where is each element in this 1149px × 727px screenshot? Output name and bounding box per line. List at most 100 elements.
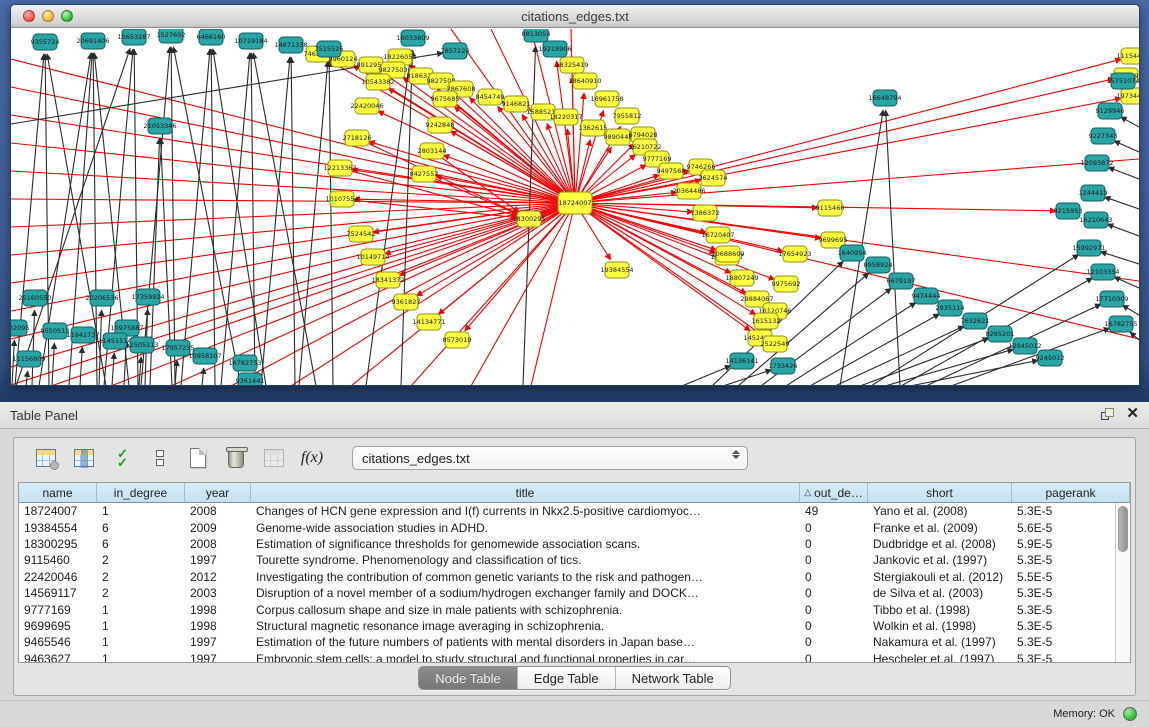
table-row[interactable]: 1830029562008Estimation of significance … bbox=[19, 536, 1130, 552]
column-header-pagerank[interactable]: pagerank bbox=[1012, 483, 1130, 502]
window-titlebar[interactable]: citations_edges.txt bbox=[11, 5, 1139, 28]
graph-node-label: 9361827 bbox=[392, 298, 421, 306]
graph-node-label: 2803144 bbox=[418, 147, 447, 155]
graph-node-label: 1640954 bbox=[838, 249, 867, 257]
graph-node-label: 15992971 bbox=[1072, 244, 1105, 252]
tab-edge-table[interactable]: Edge Table bbox=[518, 667, 616, 689]
table-row[interactable]: 1938455462009Genome-wide association stu… bbox=[19, 519, 1130, 535]
graph-node-label: 21053346 bbox=[143, 122, 176, 130]
column-header-name[interactable]: name bbox=[19, 483, 97, 502]
table-row[interactable]: 969969511998Structural magnetic resonanc… bbox=[19, 618, 1130, 634]
graph-node-label: 8454749 bbox=[476, 93, 505, 101]
graph-node-label: 25160550 bbox=[18, 294, 51, 302]
float-panel-icon[interactable] bbox=[1100, 406, 1116, 422]
table-cell: 5.3E-5 bbox=[1012, 503, 1130, 519]
graph-edge bbox=[139, 357, 141, 386]
graph-node-label: 10958107 bbox=[188, 352, 221, 360]
graph-edge bbox=[211, 49, 215, 386]
delete-column-icon[interactable] bbox=[224, 446, 248, 470]
table-row[interactable]: 946362711997Embryonic stem cells: a mode… bbox=[19, 651, 1130, 662]
graph-edge bbox=[575, 203, 1139, 339]
graph-node-label: 6466160 bbox=[197, 33, 226, 41]
table-cell: 2 bbox=[97, 569, 185, 585]
table-panel-header: Table Panel ✕ bbox=[0, 402, 1149, 429]
table-cell: 18724007 bbox=[19, 503, 97, 519]
graph-node-label: 17957235 bbox=[161, 344, 194, 352]
graph-edge bbox=[111, 203, 575, 386]
graph-node-label: 16210643 bbox=[1079, 216, 1112, 224]
graph-node-label: 1244419 bbox=[1079, 189, 1108, 197]
table-cell: Embryonic stem cells: a model to study s… bbox=[251, 651, 800, 662]
graph-node-label: 9777169 bbox=[643, 155, 672, 163]
column-header-short[interactable]: short bbox=[868, 483, 1012, 502]
graph-edge bbox=[885, 349, 1013, 386]
select-all-columns-icon[interactable]: ✓✓ bbox=[110, 446, 134, 470]
column-header-in_degree[interactable]: in_degree bbox=[97, 483, 185, 502]
network-canvas[interactable]: 1872400774638229960124891295418226058982… bbox=[11, 29, 1139, 385]
graph-edge bbox=[1114, 141, 1139, 152]
graph-edge bbox=[411, 203, 575, 386]
graph-node-label: 10719184 bbox=[234, 37, 267, 45]
table-cell: 0 bbox=[800, 601, 868, 617]
table-cell: Investigating the contribution of common… bbox=[251, 569, 800, 585]
table-cell: 5.3E-5 bbox=[1012, 552, 1130, 568]
graph-node-label: 9827503 bbox=[379, 66, 408, 74]
memory-status-icon[interactable] bbox=[1123, 707, 1137, 721]
table-cell: 1 bbox=[97, 651, 185, 662]
vertical-scrollbar[interactable] bbox=[1115, 503, 1130, 662]
column-header-out_de[interactable]: △out_de… bbox=[800, 483, 868, 502]
graph-node-label: 6679197 bbox=[887, 277, 916, 285]
graph-edge bbox=[531, 203, 575, 386]
graph-node-label: 16782755 bbox=[1104, 320, 1137, 328]
table-cell: 0 bbox=[800, 585, 868, 601]
tab-network-table[interactable]: Network Table bbox=[616, 667, 730, 689]
table-row[interactable]: 946554611997Estimation of the future num… bbox=[19, 634, 1130, 650]
table-cell: Genome-wide association studies in ADHD. bbox=[251, 519, 800, 535]
new-table-icon[interactable] bbox=[186, 446, 210, 470]
table-toolbar: ✓✓ f(x) citations_edges.txt bbox=[14, 438, 1135, 478]
graph-node-label: 18220317 bbox=[549, 113, 582, 121]
table-selector-dropdown[interactable]: citations_edges.txt bbox=[352, 446, 748, 470]
tab-node-table[interactable]: Node Table bbox=[419, 667, 518, 689]
node-table: namein_degreeyeartitle△out_de…shortpager… bbox=[18, 482, 1131, 663]
column-header-title[interactable]: title bbox=[251, 483, 800, 502]
graph-edge bbox=[682, 366, 731, 386]
table-cell: 2009 bbox=[185, 519, 251, 535]
graph-node-label: 9361441 bbox=[236, 377, 265, 385]
column-header-year[interactable]: year bbox=[185, 483, 251, 502]
close-panel-icon[interactable]: ✕ bbox=[1126, 406, 1139, 422]
graph-edge bbox=[52, 343, 54, 386]
table-cell: 14569117 bbox=[19, 585, 97, 601]
graph-edge bbox=[32, 310, 35, 386]
table-row[interactable]: 1872400712008Changes of HCN gene express… bbox=[19, 503, 1130, 519]
function-builder-icon[interactable]: f(x) bbox=[300, 446, 324, 470]
graph-node-label: 7955812 bbox=[613, 112, 642, 120]
graph-node-label: 9242848 bbox=[426, 121, 455, 129]
network-graph[interactable]: 1872400774638229960124891295418226058982… bbox=[11, 29, 1139, 386]
graph-node-label: 12505113 bbox=[125, 341, 158, 349]
row-height-icon[interactable] bbox=[148, 446, 172, 470]
table-cell: 5.3E-5 bbox=[1012, 651, 1130, 662]
table-cell: 5.3E-5 bbox=[1012, 601, 1130, 617]
sort-ascending-icon: △ bbox=[804, 487, 811, 498]
graph-edge bbox=[416, 203, 575, 296]
table-cell: 9465546 bbox=[19, 634, 97, 650]
graph-node-label: 16782753 bbox=[228, 359, 261, 367]
graph-node-label: 9227343 bbox=[1089, 132, 1118, 140]
table-row[interactable]: 977716911998Corpus callosum shape and si… bbox=[19, 601, 1130, 617]
graph-node-label: 8427552 bbox=[410, 170, 439, 178]
graph-node-label: 9550513 bbox=[41, 327, 70, 335]
graph-node-label: 9699695 bbox=[819, 236, 848, 244]
table-row[interactable]: 2242004622012Investigating the contribut… bbox=[19, 569, 1130, 585]
scrollbar-thumb[interactable] bbox=[1118, 506, 1128, 552]
graph-edge bbox=[26, 371, 28, 386]
show-columns-icon[interactable] bbox=[72, 446, 96, 470]
graph-edge bbox=[1108, 167, 1139, 179]
graph-node-label: 8958924 bbox=[864, 261, 893, 269]
table-row[interactable]: 911546021997Tourette syndrome. Phenomeno… bbox=[19, 552, 1130, 568]
graph-node-label: 18341372 bbox=[371, 276, 404, 284]
graph-edge bbox=[112, 353, 114, 386]
table-settings-icon[interactable] bbox=[34, 446, 58, 470]
table-cell: de Silva et al. (2003) bbox=[868, 585, 1012, 601]
table-row[interactable]: 1456911722003Disruption of a novel membe… bbox=[19, 585, 1130, 601]
